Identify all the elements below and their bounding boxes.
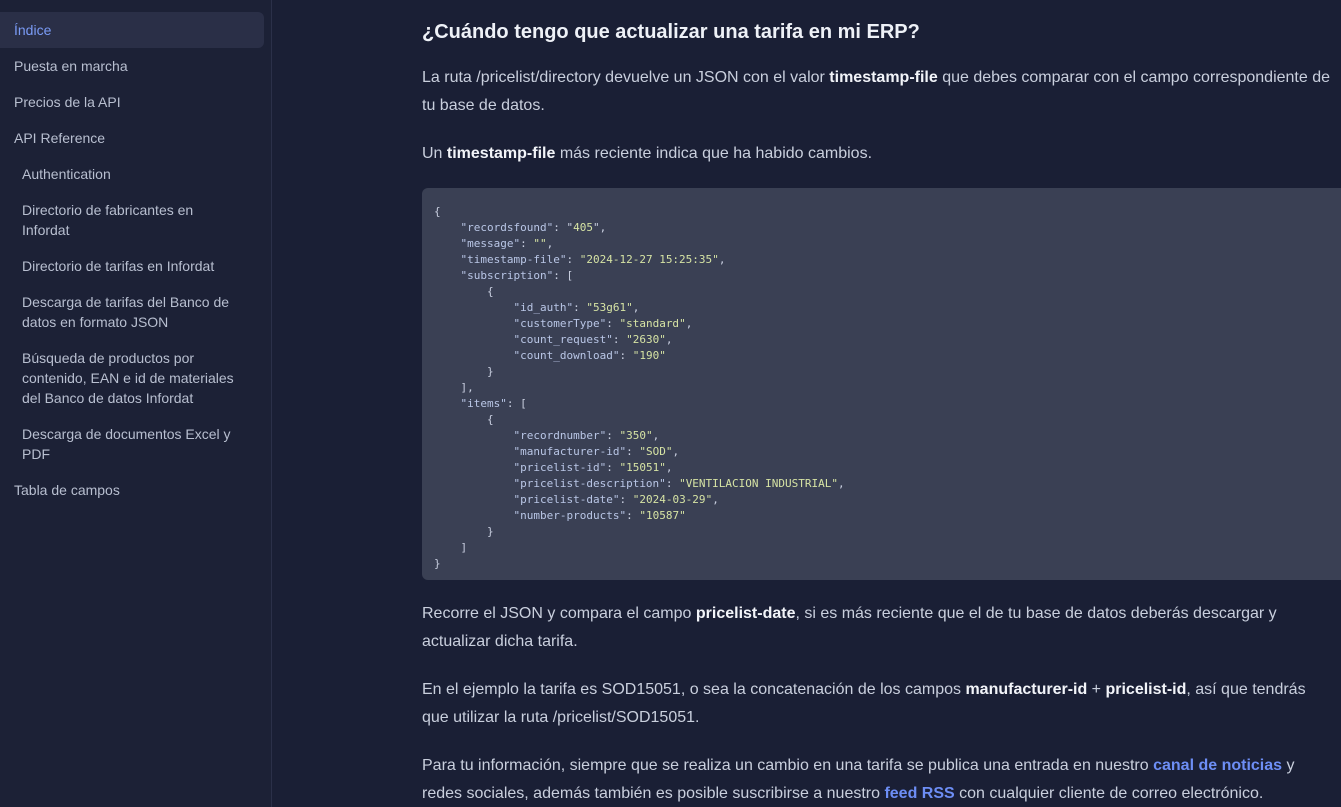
code-line: "subscription": [	[460, 269, 574, 282]
code-line: {	[486, 413, 494, 426]
code-line: "number-products": "10587"	[513, 509, 686, 522]
code-line: ],	[460, 381, 474, 394]
code-line: ]	[460, 541, 468, 554]
sidebar-item-puesta-en-marcha[interactable]: Puesta en marcha	[0, 56, 264, 76]
code-line: }	[486, 525, 494, 538]
sidebar-item-precios-api[interactable]: Precios de la API	[0, 92, 264, 112]
code-line: "message": "",	[460, 237, 554, 250]
code-line: "timestamp-file": "2024-12-27 15:25:35",	[460, 253, 726, 266]
paragraph-recorre: Recorre el JSON y compara el campo price…	[422, 605, 1277, 650]
sidebar-item-authentication[interactable]: Authentication	[0, 164, 264, 184]
code-line: "pricelist-id": "15051",	[513, 461, 673, 474]
bold-pricelist-date: pricelist-date	[695, 605, 796, 622]
bold-pricelist-id: pricelist-id	[1105, 681, 1187, 698]
code-line: "customerType": "standard",	[513, 317, 693, 330]
code-line: "pricelist-date": "2024-03-29",	[513, 493, 719, 506]
code-line: "items": [	[460, 397, 527, 410]
code-line: "recordsfound": "405",	[460, 221, 607, 234]
bold-timestamp-file: timestamp-file	[829, 69, 938, 86]
code-line: "count_request": "2630",	[513, 333, 673, 346]
sidebar-item-directorio-tarifas[interactable]: Directorio de tarifas en Infordat	[0, 256, 264, 276]
sidebar-item-indice[interactable]: Índice	[0, 12, 264, 48]
sidebar-item-tabla-campos[interactable]: Tabla de campos	[0, 480, 264, 500]
paragraph-ejemplo: En el ejemplo la tarifa es SOD15051, o s…	[422, 681, 1306, 726]
paragraph-directory: La ruta /pricelist/directory devuelve un…	[422, 69, 1331, 114]
link-canal-noticias[interactable]: canal de noticias	[1153, 757, 1282, 774]
bold-manufacturer-id: manufacturer-id	[965, 681, 1088, 698]
code-line: {	[486, 285, 494, 298]
code-line: {	[434, 205, 441, 218]
sidebar: Índice Puesta en marcha Precios de la AP…	[0, 0, 272, 807]
code-line: "count_download": "190"	[513, 349, 666, 362]
code-line: "recordnumber": "350",	[513, 429, 660, 442]
paragraph-informacion: Para tu información, siempre que se real…	[422, 757, 1295, 802]
sidebar-item-descarga-documentos[interactable]: Descarga de documentos Excel y PDF	[0, 424, 264, 464]
bold-timestamp-file-2: timestamp-file	[446, 145, 556, 162]
code-line: }	[486, 365, 494, 378]
code-line: "pricelist-description": "VENTILACION IN…	[513, 477, 845, 490]
sidebar-item-descarga-tarifas[interactable]: Descarga de tarifas del Banco de datos e…	[0, 292, 264, 332]
code-line: "manufacturer-id": "SOD",	[513, 445, 680, 458]
paragraph-timestamp: Un timestamp-file más reciente indica qu…	[422, 145, 873, 162]
link-feed-rss[interactable]: feed RSS	[884, 785, 954, 802]
sidebar-item-busqueda-productos[interactable]: Búsqueda de productos por contenido, EAN…	[0, 348, 264, 408]
page-heading: ¿Cuándo tengo que actualizar una tarifa …	[422, 21, 920, 43]
code-line: }	[434, 557, 441, 570]
code-line: "id_auth": "53g61",	[513, 301, 640, 314]
sidebar-item-api-reference[interactable]: API Reference	[0, 128, 264, 148]
json-code-block: { "recordsfound": "405", "message": "", …	[422, 188, 1341, 580]
sidebar-item-directorio-fabricantes[interactable]: Directorio de fabricantes en Infordat	[0, 200, 264, 240]
